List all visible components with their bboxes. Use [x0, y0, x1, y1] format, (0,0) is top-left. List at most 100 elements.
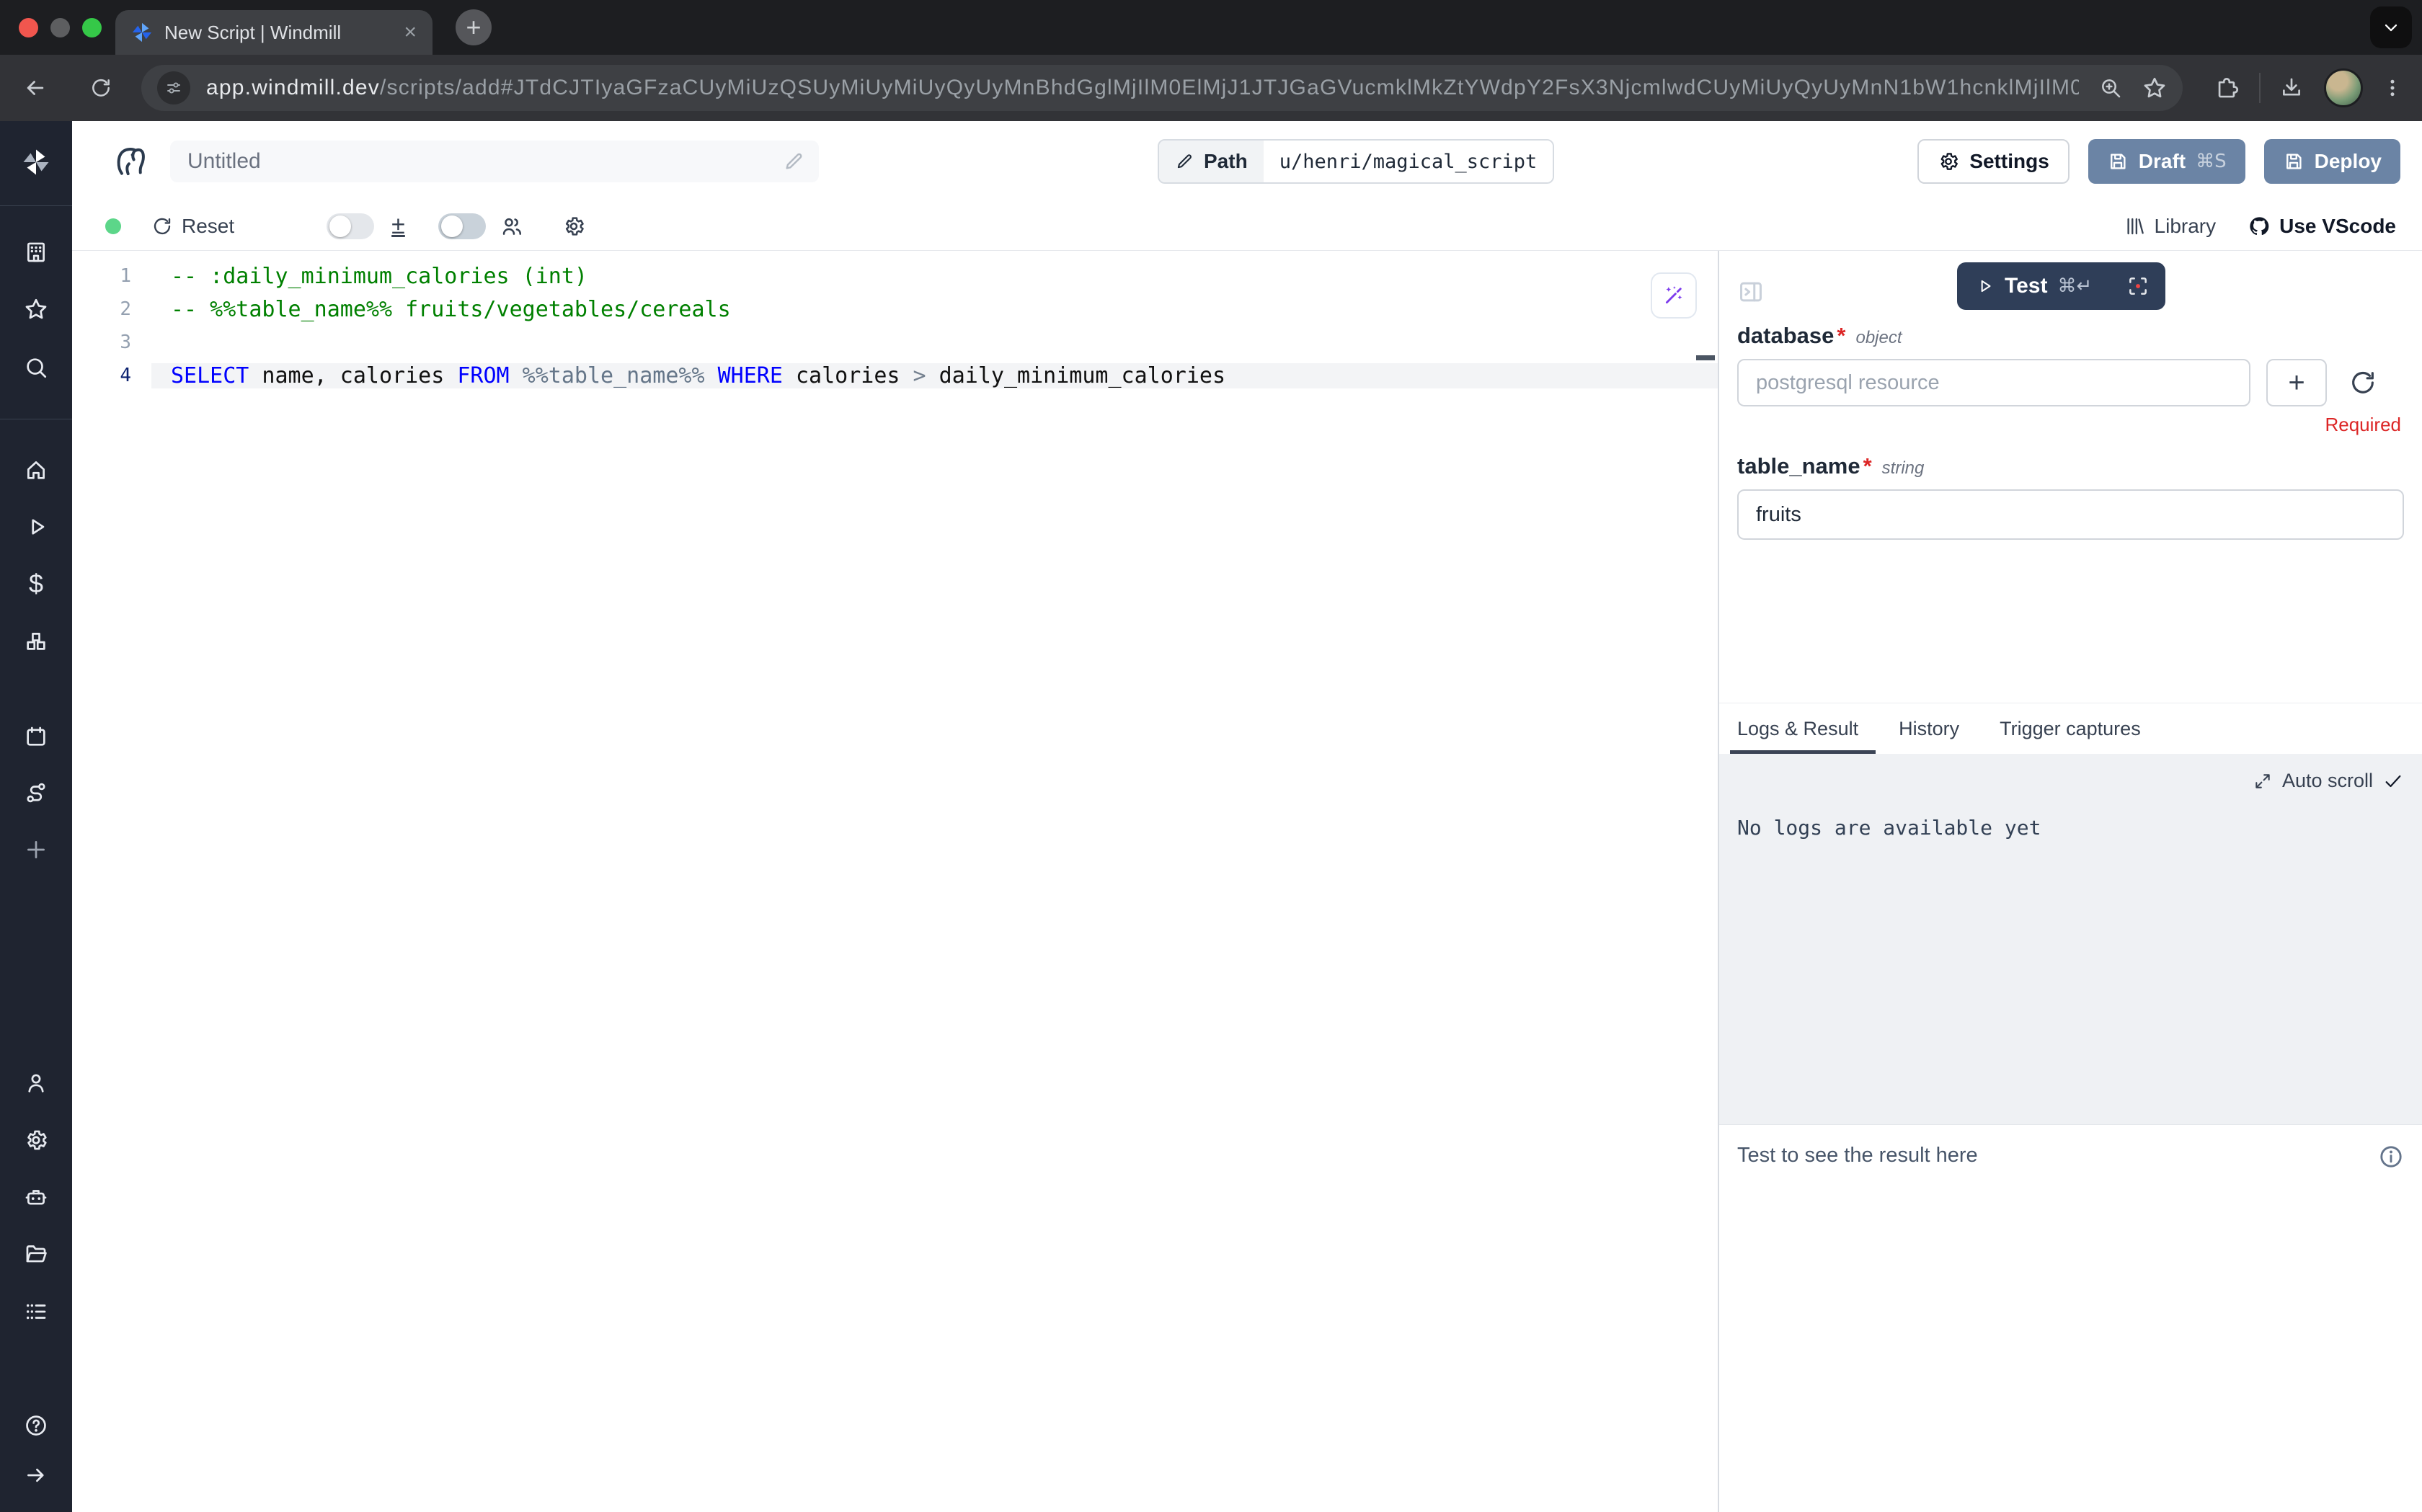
- diff-toggle[interactable]: [327, 213, 374, 239]
- sidebar: $: [0, 121, 72, 1512]
- field-name: table_name: [1737, 453, 1860, 479]
- tab-logs-result[interactable]: Logs & Result: [1737, 703, 1858, 754]
- sidebar-item-create[interactable]: [0, 837, 72, 862]
- code-line[interactable]: 3: [72, 326, 1718, 359]
- sidebar-item-variables[interactable]: $: [0, 572, 72, 596]
- sidebar-item-workspace[interactable]: [0, 240, 72, 264]
- collapse-panel-button[interactable]: [1737, 278, 1765, 306]
- ai-assistant-button[interactable]: [1651, 272, 1697, 319]
- panel-top: Test ⌘↵: [1719, 251, 2422, 310]
- test-button[interactable]: Test ⌘↵: [1957, 262, 2111, 310]
- right-panel: Test ⌘↵ database*: [1718, 251, 2422, 1512]
- database-input-row: +: [1737, 359, 2404, 406]
- script-title-input[interactable]: [170, 141, 819, 182]
- overview-ruler-marker: [1696, 355, 1715, 360]
- star-icon: [24, 297, 48, 321]
- close-window-button[interactable]: [19, 18, 38, 37]
- person-icon: [24, 1071, 48, 1095]
- downloads-button[interactable]: [2279, 76, 2304, 100]
- code-line[interactable]: 2-- %%table_name%% fruits/vegetables/cer…: [72, 293, 1718, 326]
- result-info-button[interactable]: [2378, 1144, 2404, 1170]
- back-button[interactable]: [23, 76, 48, 100]
- database-field-label: database* object: [1737, 323, 2404, 349]
- zoom-page-button[interactable]: [2099, 76, 2122, 99]
- database-input[interactable]: [1737, 359, 2250, 406]
- sidebar-item-runs[interactable]: [0, 515, 72, 539]
- code-line[interactable]: 4SELECT name, calories FROM %%table_name…: [72, 359, 1718, 392]
- path-label: Path: [1204, 150, 1248, 173]
- zoom-window-button[interactable]: [82, 18, 102, 37]
- sidebar-item-flows[interactable]: [0, 781, 72, 805]
- minimize-window-button[interactable]: [50, 18, 70, 37]
- address-bar[interactable]: app.windmill.dev/scripts/add#JTdCJTIyaGF…: [141, 65, 2183, 111]
- test-button-group: Test ⌘↵: [1957, 262, 2165, 310]
- vscode-button[interactable]: Use VScode: [2248, 215, 2396, 238]
- browser-tab[interactable]: New Script | Windmill ×: [115, 10, 432, 55]
- puzzle-icon: [2214, 76, 2239, 100]
- settings-button[interactable]: Settings: [1917, 139, 2069, 184]
- profile-avatar[interactable]: [2324, 68, 2363, 107]
- pencil-icon[interactable]: [783, 151, 804, 172]
- tab-search-button[interactable]: [2370, 6, 2412, 48]
- path-widget[interactable]: Path u/henri/magical_script: [1158, 139, 1554, 184]
- sidebar-expand-button[interactable]: [0, 1463, 72, 1487]
- line-number: 1: [72, 265, 151, 287]
- library-icon: [2124, 215, 2146, 237]
- extensions-button[interactable]: [2214, 76, 2239, 100]
- editor-settings-gear-icon[interactable]: [562, 215, 585, 238]
- panel-collapse-icon: [1737, 278, 1765, 306]
- code-text: -- :daily_minimum_calories (int): [151, 264, 1718, 289]
- play-icon: [1976, 277, 1995, 295]
- sidebar-item-favorites[interactable]: [0, 297, 72, 321]
- code-editor[interactable]: 1-- :daily_minimum_calories (int)2-- %%t…: [72, 251, 1718, 1512]
- sidebar-logo[interactable]: [0, 148, 72, 177]
- sidebar-divider: [0, 205, 72, 206]
- tab-close-icon[interactable]: ×: [404, 22, 417, 43]
- deploy-label: Deploy: [2315, 150, 2382, 173]
- table-name-input[interactable]: [1737, 489, 2404, 540]
- settings-label: Settings: [1969, 150, 2049, 173]
- new-tab-button[interactable]: +: [456, 9, 492, 45]
- sidebar-item-audit-logs[interactable]: [0, 1299, 72, 1324]
- browser-menu-button[interactable]: [2382, 77, 2403, 99]
- add-resource-button[interactable]: +: [2266, 359, 2327, 406]
- site-info-button[interactable]: [157, 71, 190, 104]
- line-number: 2: [72, 298, 151, 320]
- browser-toolbar: app.windmill.dev/scripts/add#JTdCJTIyaGF…: [0, 55, 2422, 121]
- bookmark-button[interactable]: [2142, 76, 2167, 100]
- tab-trigger-captures[interactable]: Trigger captures: [2000, 703, 2141, 754]
- sidebar-item-resources[interactable]: [0, 629, 72, 654]
- result-tabs: Logs & Result History Trigger captures: [1719, 703, 2422, 754]
- field-name: database: [1737, 323, 1834, 349]
- chevron-down-icon: [2381, 17, 2401, 37]
- sidebar-item-search[interactable]: [0, 355, 72, 380]
- library-button[interactable]: Library: [2124, 215, 2217, 238]
- reload-button[interactable]: [89, 76, 112, 99]
- sidebar-item-folders[interactable]: [0, 1242, 72, 1266]
- result-hint: Test to see the result here: [1737, 1144, 1978, 1168]
- sidebar-item-user[interactable]: [0, 1071, 72, 1095]
- multiplayer-toggle[interactable]: [438, 213, 486, 239]
- sidebar-item-settings[interactable]: [0, 1128, 72, 1152]
- plus-icon: [24, 837, 48, 862]
- url-path: /scripts/add#JTdCJTIyaGFzaCUyMiUzQSUyMiU…: [380, 76, 2079, 99]
- browser-chrome: New Script | Windmill × + app.windmill.d…: [0, 0, 2422, 121]
- sidebar-item-help[interactable]: [0, 1413, 72, 1438]
- code-line[interactable]: 1-- :daily_minimum_calories (int): [72, 259, 1718, 293]
- autoscroll-control[interactable]: Auto scroll: [2253, 770, 2403, 792]
- autoscroll-label: Auto scroll: [2282, 770, 2373, 792]
- refresh-resources-button[interactable]: [2348, 368, 2377, 397]
- deploy-button[interactable]: Deploy: [2264, 139, 2400, 184]
- reset-button[interactable]: Reset: [151, 215, 234, 238]
- library-label: Library: [2155, 215, 2217, 238]
- capture-test-button[interactable]: [2111, 262, 2165, 310]
- sidebar-item-home[interactable]: [0, 458, 72, 482]
- tab-history[interactable]: History: [1899, 703, 1959, 754]
- code-lines: 1-- :daily_minimum_calories (int)2-- %%t…: [72, 259, 1718, 392]
- draft-button[interactable]: Draft ⌘S: [2088, 139, 2245, 184]
- editor-toolbar-right: Library Use VScode: [2124, 215, 2396, 238]
- expand-icon[interactable]: [2253, 772, 2272, 791]
- sidebar-item-workers[interactable]: [0, 1185, 72, 1209]
- sidebar-item-schedules[interactable]: [0, 724, 72, 749]
- github-icon: [2248, 215, 2271, 238]
